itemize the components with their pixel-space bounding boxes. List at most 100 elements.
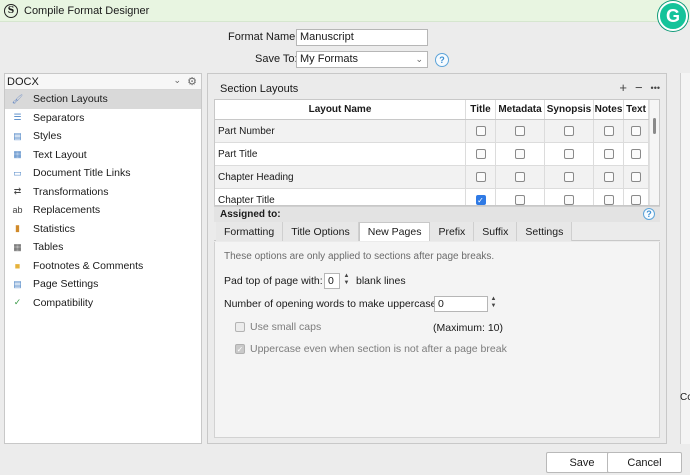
layout-name-cell: Chapter Title bbox=[215, 189, 466, 205]
col-synopsis: Synopsis bbox=[545, 100, 594, 119]
layout-checkbox[interactable] bbox=[564, 195, 574, 205]
checkbox-cell bbox=[496, 120, 545, 142]
more-icon[interactable]: ••• bbox=[651, 80, 660, 96]
sidebar-item-label: Replacements bbox=[33, 204, 101, 217]
sidebar-item[interactable]: 🖌 Section Layouts bbox=[5, 90, 201, 109]
format-type-select[interactable]: DOCX ⌄ ⚙ bbox=[5, 74, 201, 90]
tables-icon: ▦ bbox=[13, 241, 22, 252]
layout-checkbox[interactable] bbox=[603, 195, 614, 205]
sidebar-item[interactable]: ▦ Text Layout bbox=[5, 146, 201, 165]
sidebar-item-label: Text Layout bbox=[33, 148, 87, 161]
layout-checkbox[interactable] bbox=[631, 149, 641, 159]
add-icon[interactable]: + bbox=[619, 80, 627, 96]
sidebar: DOCX ⌄ ⚙ 🖌 Section Layouts ☰ Separators ▤ Sty… bbox=[4, 73, 202, 444]
title-bar: S Compile Format Designer bbox=[0, 0, 690, 22]
tab-title-options[interactable]: Title Options bbox=[283, 222, 359, 241]
layout-checkbox[interactable] bbox=[515, 195, 525, 205]
layout-checkbox[interactable] bbox=[515, 149, 525, 159]
uppercase-input[interactable]: 0 bbox=[434, 296, 488, 312]
sidebar-item[interactable]: ▮ Statistics bbox=[5, 220, 201, 239]
col-title: Title bbox=[466, 100, 496, 119]
scrollbar-thumb[interactable] bbox=[653, 118, 656, 134]
layout-checkbox[interactable] bbox=[603, 172, 614, 182]
save-to-select[interactable]: My Formats ⌄ bbox=[296, 51, 428, 68]
layout-checkbox[interactable] bbox=[564, 126, 574, 136]
layout-name-cell: Part Title bbox=[215, 143, 466, 165]
cancel-button[interactable]: Cancel bbox=[607, 452, 682, 473]
checkbox-cell bbox=[466, 143, 496, 165]
help-icon[interactable]: ? bbox=[643, 208, 655, 220]
pad-top-stepper[interactable]: ▲ ▼ bbox=[342, 273, 351, 289]
tab-formatting[interactable]: Formatting bbox=[216, 222, 284, 241]
uppercase-always-checkbox[interactable]: ✓ bbox=[235, 344, 245, 354]
assigned-to-label: Assigned to: bbox=[220, 209, 281, 220]
help-icon[interactable]: ? bbox=[435, 53, 449, 67]
tab-prefix[interactable]: Prefix bbox=[430, 222, 475, 241]
small-caps-option[interactable]: Use small caps bbox=[235, 321, 321, 333]
tab-suffix[interactable]: Suffix bbox=[474, 222, 518, 241]
uppercase-stepper[interactable]: ▲ ▼ bbox=[489, 296, 498, 312]
sidebar-item[interactable]: ▭ Document Title Links bbox=[5, 164, 201, 183]
table-row[interactable]: Chapter Title ✓ bbox=[215, 189, 659, 205]
sidebar-item-label: Footnotes & Comments bbox=[33, 259, 144, 272]
format-name-input[interactable]: Manuscript bbox=[296, 29, 428, 46]
section-layouts-table: Layout Name Title Metadata Synopsis Note… bbox=[214, 99, 660, 206]
uppercase-always-option[interactable]: ✓ Uppercase even when section is not aft… bbox=[235, 343, 507, 355]
title-links-icon: ▭ bbox=[13, 167, 22, 178]
layout-checkbox[interactable] bbox=[475, 172, 486, 182]
layout-checkbox[interactable] bbox=[631, 172, 641, 182]
checkbox-cell bbox=[624, 189, 649, 205]
remove-icon[interactable]: − bbox=[635, 80, 643, 96]
layout-checkbox[interactable] bbox=[603, 126, 614, 136]
small-caps-label: Use small caps bbox=[250, 321, 322, 333]
sidebar-item[interactable]: ▤ Styles bbox=[5, 127, 201, 146]
checkbox-cell bbox=[545, 166, 594, 188]
sidebar-item[interactable]: ■ Footnotes & Comments bbox=[5, 257, 201, 276]
checkbox-cell bbox=[545, 120, 594, 142]
table-scrollbar[interactable] bbox=[649, 100, 659, 205]
layout-name-cell: Part Number bbox=[215, 120, 466, 142]
layout-checkbox[interactable] bbox=[475, 149, 486, 159]
col-layout-name: Layout Name bbox=[215, 100, 466, 119]
checkbox-cell bbox=[545, 189, 594, 205]
layout-checkbox[interactable] bbox=[515, 172, 525, 182]
separators-icon: ☰ bbox=[13, 112, 22, 123]
layout-checkbox[interactable] bbox=[631, 126, 641, 136]
sidebar-item[interactable]: ☰ Separators bbox=[5, 109, 201, 128]
checkbox-cell bbox=[624, 120, 649, 142]
brush-icon: 🖌 bbox=[11, 93, 24, 104]
maximum-label: (Maximum: 10) bbox=[433, 322, 504, 334]
layout-checkbox[interactable] bbox=[564, 149, 574, 159]
table-row[interactable]: Chapter Heading bbox=[215, 166, 659, 189]
layout-checkbox[interactable] bbox=[475, 126, 486, 136]
sidebar-item[interactable]: ab Replacements bbox=[5, 201, 201, 220]
checkbox-cell bbox=[624, 143, 649, 165]
section-layouts-header: Section Layouts + − ••• bbox=[208, 80, 666, 96]
section-layouts-title: Section Layouts bbox=[220, 83, 299, 95]
layout-checkbox[interactable] bbox=[515, 126, 525, 136]
sidebar-item-label: Transformations bbox=[33, 185, 109, 198]
layout-checkbox[interactable] bbox=[564, 172, 574, 182]
layout-checkbox[interactable] bbox=[631, 195, 641, 205]
sidebar-item[interactable]: ⇄ Transformations bbox=[5, 183, 201, 202]
grammarly-icon[interactable]: G bbox=[658, 1, 688, 31]
layout-checkbox[interactable] bbox=[603, 149, 614, 159]
tab-settings[interactable]: Settings bbox=[517, 222, 573, 241]
tab-new-pages[interactable]: New Pages bbox=[358, 222, 431, 241]
checkbox-cell bbox=[594, 143, 624, 165]
gear-icon[interactable]: ⚙ bbox=[187, 75, 197, 88]
new-pages-note: These options are only applied to sectio… bbox=[224, 251, 495, 262]
sidebar-item[interactable]: ▦ Tables bbox=[5, 238, 201, 257]
chevron-down-icon: ⌄ bbox=[415, 54, 423, 64]
small-caps-checkbox[interactable] bbox=[235, 322, 245, 332]
replacements-icon: ab bbox=[12, 205, 23, 216]
table-row[interactable]: Part Title bbox=[215, 143, 659, 166]
sidebar-item[interactable]: ✓ Compatibility bbox=[5, 294, 201, 313]
sidebar-nav: 🖌 Section Layouts ☰ Separators ▤ Styles ▦ Text … bbox=[5, 90, 201, 312]
pad-top-label: Pad top of page with: bbox=[224, 275, 323, 287]
sidebar-item[interactable]: ▤ Page Settings bbox=[5, 275, 201, 294]
layout-checkbox[interactable]: ✓ bbox=[475, 195, 486, 205]
pad-top-input[interactable]: 0 bbox=[324, 273, 340, 289]
sidebar-item-label: Styles bbox=[33, 130, 62, 143]
table-row[interactable]: Part Number bbox=[215, 120, 659, 143]
